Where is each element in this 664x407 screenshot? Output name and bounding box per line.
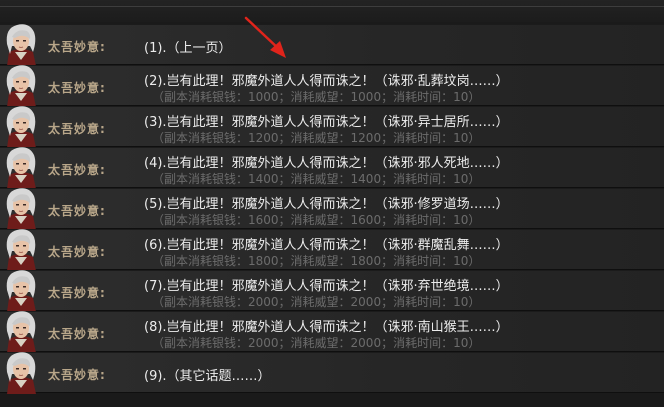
- option-text: (6).岂有此理！邪魔外道人人得而诛之！（诛邪·群魔乱舞……）: [144, 238, 509, 253]
- option-text: (4).岂有此理！邪魔外道人人得而诛之！（诛邪·邪人死地……）: [144, 156, 509, 171]
- option-text: (8).岂有此理！邪魔外道人人得而诛之！（诛邪·南山猴王……）: [144, 320, 509, 335]
- speaker-name: 太吾妙意:: [48, 327, 106, 341]
- avatar: [3, 22, 39, 66]
- option-cost: （副本消耗银钱：1200；消耗威望：1200；消耗时间：10）: [152, 131, 481, 145]
- avatar: [3, 186, 39, 230]
- avatar: [3, 350, 39, 394]
- option-text: (9).（其它话题……）: [144, 369, 271, 384]
- speaker-name: 太吾妙意:: [48, 40, 106, 54]
- dialogue-options-list: 太吾妙意: (1).（上一页） 太吾妙意: (2).岂有此理！邪魔外道人人得而诛…: [0, 22, 664, 394]
- speaker-name: 太吾妙意:: [48, 368, 106, 382]
- avatar: [3, 63, 39, 107]
- speaker-name: 太吾妙意:: [48, 245, 106, 259]
- option-cost: （副本消耗银钱：2000；消耗威望：2000；消耗时间：10）: [152, 295, 481, 309]
- top-divider: [0, 6, 664, 7]
- speaker-name: 太吾妙意:: [48, 81, 106, 95]
- red-arrow-icon: [244, 16, 286, 58]
- dialogue-option[interactable]: 太吾妙意: (9).（其它话题……）: [0, 350, 664, 394]
- option-text: (1).（上一页）: [144, 41, 232, 56]
- option-cost: （副本消耗银钱：2000；消耗威望：2000；消耗时间：10）: [152, 336, 481, 350]
- option-cost: （副本消耗银钱：1000；消耗威望：1000；消耗时间：10）: [152, 90, 481, 104]
- dialogue-option[interactable]: 太吾妙意: (6).岂有此理！邪魔外道人人得而诛之！（诛邪·群魔乱舞……） （副…: [0, 227, 664, 271]
- speaker-name: 太吾妙意:: [48, 286, 106, 300]
- option-cost: （副本消耗银钱：1400；消耗威望：1400；消耗时间：10）: [152, 172, 481, 186]
- option-text: (3).岂有此理！邪魔外道人人得而诛之！（诛邪·异士居所……）: [144, 115, 509, 130]
- option-text: (2).岂有此理！邪魔外道人人得而诛之！（诛邪·乱葬坟岗……）: [144, 74, 509, 89]
- option-text: (7).岂有此理！邪魔外道人人得而诛之！（诛邪·弃世绝境……）: [144, 279, 509, 294]
- avatar: [3, 145, 39, 189]
- avatar: [3, 309, 39, 353]
- top-bar: [0, 0, 664, 22]
- dialogue-option[interactable]: 太吾妙意: (5).岂有此理！邪魔外道人人得而诛之！（诛邪·修罗道场……） （副…: [0, 186, 664, 230]
- dialogue-option[interactable]: 太吾妙意: (1).（上一页）: [0, 22, 664, 66]
- avatar: [3, 227, 39, 271]
- avatar: [3, 104, 39, 148]
- speaker-name: 太吾妙意:: [48, 122, 106, 136]
- dialogue-option[interactable]: 太吾妙意: (4).岂有此理！邪魔外道人人得而诛之！（诛邪·邪人死地……） （副…: [0, 145, 664, 189]
- option-cost: （副本消耗银钱：1800；消耗威望：1800；消耗时间：10）: [152, 254, 481, 268]
- speaker-name: 太吾妙意:: [48, 204, 106, 218]
- speaker-name: 太吾妙意:: [48, 163, 106, 177]
- dialogue-option[interactable]: 太吾妙意: (8).岂有此理！邪魔外道人人得而诛之！（诛邪·南山猴王……） （副…: [0, 309, 664, 353]
- option-text: (5).岂有此理！邪魔外道人人得而诛之！（诛邪·修罗道场……）: [144, 197, 509, 212]
- avatar: [3, 268, 39, 312]
- dialogue-option[interactable]: 太吾妙意: (2).岂有此理！邪魔外道人人得而诛之！（诛邪·乱葬坟岗……） （副…: [0, 63, 664, 107]
- option-cost: （副本消耗银钱：1600；消耗威望：1600；消耗时间：10）: [152, 213, 481, 227]
- dialogue-option[interactable]: 太吾妙意: (3).岂有此理！邪魔外道人人得而诛之！（诛邪·异士居所……） （副…: [0, 104, 664, 148]
- dialogue-option[interactable]: 太吾妙意: (7).岂有此理！邪魔外道人人得而诛之！（诛邪·弃世绝境……） （副…: [0, 268, 664, 312]
